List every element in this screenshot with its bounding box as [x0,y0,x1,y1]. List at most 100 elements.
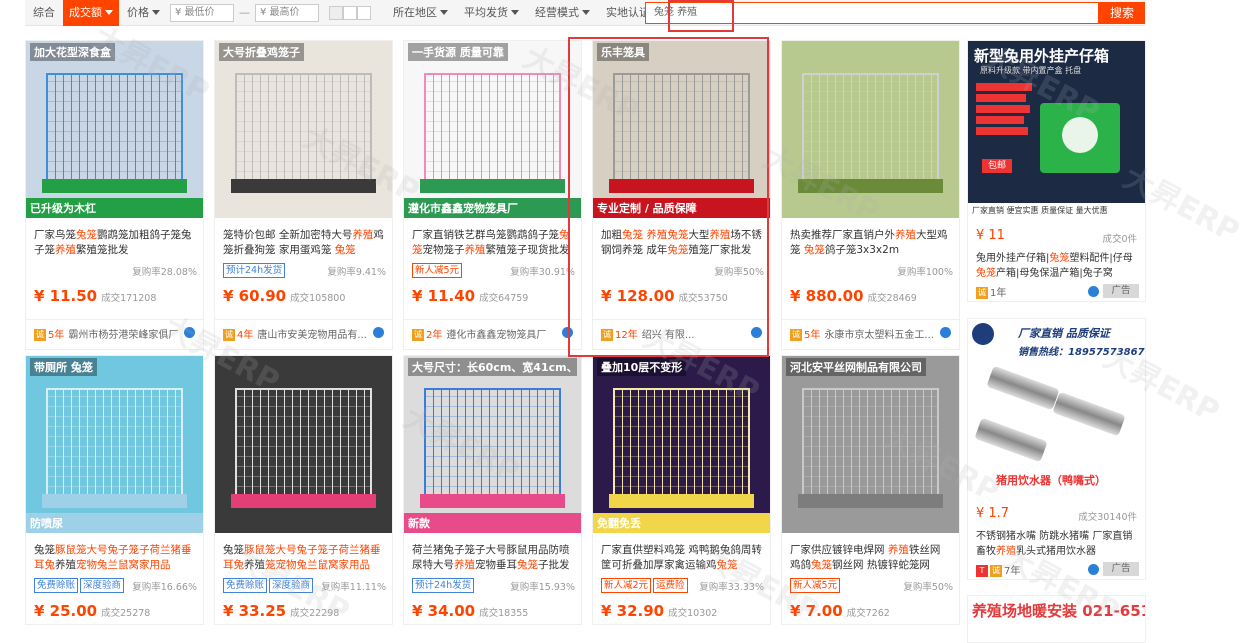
product-card[interactable]: 加大花型深食盒 已升级为木杠 厂家鸟笼兔笼鹦鹉笼加粗鸽子笼兔子笼养殖繁殖笼批发 复购率… [25,40,204,350]
ad-image[interactable]: 新型兔用外挂产仔箱 原料升级款 带内置产盒 托盘 包邮 厂家直销 便宜实惠 质量… [968,41,1145,218]
product-card[interactable]: 叠加10层不变形 免翻免丢厂家直供塑料鸡笼 鸡鸭鹅兔鸽周转筐可折叠加厚家禽运输鸡兔… [592,355,771,625]
product-title[interactable]: 厂家供应镀锌电焊网 养殖铁丝网 鸡鸽兔笼钢丝网 热镀锌蛇笼网 [790,543,953,573]
price-row: ¥ 11.40 成交64759 [412,286,575,308]
title-text: 兔笼 [34,544,55,556]
title-text: 钢丝网 热镀锌蛇笼网 [832,559,930,571]
wangwang-chat-icon[interactable] [1088,564,1099,575]
product-title[interactable]: 厂家直供塑料鸡笼 鸡鸭鹅兔鸽周转筐可折叠加厚家禽运输鸡兔笼 [601,543,764,573]
shop-row[interactable]: 诚 12年 绍兴 有限... [593,319,770,345]
shop-name[interactable]: 永康市京太塑料五金工... [824,330,934,341]
image-subcaption: 已升级为木杠 [26,198,203,218]
product-image[interactable]: 大号尺寸：长60cm、宽41cm、高37cm 新款 [404,356,581,533]
product-title[interactable]: 厂家直销铁艺群鸟笼鹦鹉鸽子笼兔笼宠物笼子养殖繁殖笼子现货批发 [412,228,575,258]
grid-view-icon[interactable] [329,5,343,20]
price-range-dash: — [239,6,250,19]
product-title[interactable]: 兔笼豚鼠笼大号兔子笼子荷兰猪垂耳兔养殖宠物兔兰鼠窝家用品 [34,543,197,573]
product-meta: 免费赊账 深度验商 复购率11.11% [223,578,386,594]
wangwang-chat-icon[interactable] [184,327,195,338]
ad-label: 广告 [1103,284,1139,298]
sort-sales-label: 成交额 [69,5,102,19]
product-image[interactable]: 乐丰笼具 专业定制 / 品质保障 [593,41,770,218]
wangwang-chat-icon[interactable] [751,327,762,338]
cage-illustration [802,73,939,183]
sort-sales-amount[interactable]: 成交额 [63,0,119,26]
big-view-icon[interactable] [357,5,371,20]
service-tag: 免费赊账 [34,578,79,593]
cage-illustration [235,73,372,183]
product-image[interactable]: 大号折叠鸡笼子 [215,41,392,218]
product-title[interactable]: 厂家鸟笼兔笼鹦鹉笼加粗鸽子笼兔子笼养殖繁殖笼批发 [34,228,197,258]
product-card[interactable]: 大号折叠鸡笼子笼特价包邮 全新加密特大号养殖鸡笼折叠狗笼 家用蛋鸡笼 兔笼预计2… [214,40,393,350]
repurchase-rate: 复购率9.41% [327,267,386,278]
ad-card[interactable]: 养殖场地暖安装 021-65155592 [967,595,1146,643]
product-image[interactable] [215,356,392,533]
shop-row[interactable]: 诚 4年 唐山市安美宠物用品有... [215,319,392,345]
wangwang-chat-icon[interactable] [1088,286,1099,297]
product-card[interactable]: 热卖推荐厂家直销户外养殖大型鸡笼 兔笼鸽子笼3x3x2m 复购率100% ¥ 880… [781,40,960,350]
product-title[interactable]: 笼特价包邮 全新加密特大号养殖鸡笼折叠狗笼 家用蛋鸡笼 兔笼 [223,228,386,258]
title-text: 宠物笼子 [422,244,465,256]
search-input[interactable]: 兔笼 养殖 [645,2,1099,24]
shop-name[interactable]: 霸州市杨芬港荣峰家俱厂 [68,330,178,341]
product-image[interactable]: 叠加10层不变形 免翻免丢 [593,356,770,533]
repurchase-rate: 复购率16.66% [132,582,197,593]
min-price-input[interactable]: ¥ 最低价 [170,3,234,22]
cage-tray [609,179,754,193]
view-toggle[interactable] [329,5,371,20]
price-row: ¥ 7.00 成交7262 [790,601,953,623]
product-card[interactable]: 带厕所 兔笼 防喷尿兔笼豚鼠笼大号兔子笼子荷兰猪垂耳兔养殖宠物兔兰鼠窝家用品免费赊… [25,355,204,625]
product-title[interactable]: 荷兰猪兔子笼子大号豚鼠用品防喷尿特大号养殖宠物垂耳兔笼子批发 [412,543,575,573]
product-card[interactable]: 河北安平丝网制品有限公司厂家供应镀锌电焊网 养殖铁丝网 鸡鸽兔笼钢丝网 热镀锌蛇… [781,355,960,625]
product-meta: 预计24h发货 复购率9.41% [223,263,386,279]
product-title[interactable]: 兔笼豚鼠笼大号兔子笼子荷兰猪垂耳兔养殖笼宠物兔兰鼠窝家用品 [223,543,386,573]
max-price-input[interactable]: ¥ 最高价 [255,3,319,22]
product-title[interactable]: 加粗兔笼 养殖兔笼大型养殖场不锈钢饲养笼 成年兔笼殖笼厂家批发 [601,228,764,258]
product-meta: 免费赊账 深度验商 复购率16.66% [34,578,197,594]
product-card[interactable]: 乐丰笼具 专业定制 / 品质保障加粗兔笼 养殖兔笼大型养殖场不锈钢饲养笼 成年兔笼… [592,40,771,350]
product-card[interactable]: 一手货源 质量可靠 遵化市鑫鑫宠物笼具厂厂家直销铁艺群鸟笼鹦鹉鸽子笼兔笼宠物笼子养… [403,40,582,350]
cage-tray [231,179,376,193]
list-view-icon[interactable] [343,5,357,20]
sales-count: 成交53750 [678,293,728,304]
product-title[interactable]: 热卖推荐厂家直销户外养殖大型鸡笼 兔笼鸽子笼3x3x2m [790,228,953,258]
shop-name[interactable]: 绍兴 有限... [642,330,695,341]
shop-name[interactable]: 唐山市安美宠物用品有... [257,330,367,341]
cage-illustration [802,388,939,498]
product-card[interactable]: 大号尺寸：长60cm、宽41cm、高37cm 新款荷兰猪兔子笼子大号豚鼠用品防喷尿… [403,355,582,625]
ad-description[interactable]: 兔用外挂产仔箱|兔笼塑料配件|仔母兔笼产箱|母兔保温产箱|兔子窝 [976,251,1139,281]
shop-row[interactable]: 诚 2年 遵化市鑫鑫宠物笼具厂 [404,319,581,345]
brand-logo-icon [972,323,994,345]
product-image[interactable]: 加大花型深食盒已升级为木杠 [26,41,203,218]
product-image[interactable]: 一手货源 质量可靠 遵化市鑫鑫宠物笼具厂 [404,41,581,218]
ad-card[interactable]: 新型兔用外挂产仔箱 原料升级款 带内置产盒 托盘 包邮 厂家直销 便宜实惠 质量… [967,40,1146,302]
product-card[interactable]: 兔笼豚鼠笼大号兔子笼子荷兰猪垂耳兔养殖笼宠物兔兰鼠窝家用品免费赊账 深度验商 复购率… [214,355,393,625]
nest-box-image [1040,103,1120,173]
shop-row[interactable]: 诚 5年 永康市京太塑料五金工... [782,319,959,345]
shop-name[interactable]: 遵化市鑫鑫宠物笼具厂 [446,330,546,341]
cage-tray [42,179,187,193]
product-image[interactable]: 带厕所 兔笼 防喷尿 [26,356,203,533]
product-image[interactable] [782,41,959,218]
ad-description[interactable]: 不锈钢猪水嘴 防跳水猪嘴 厂家直销畜牧养殖乳头式猪用饮水器 [976,529,1139,559]
wangwang-chat-icon[interactable] [940,327,951,338]
ad-image[interactable]: 养殖场地暖安装 021-65155592 [968,596,1145,642]
ad-image-subtitle: 销售热线：18957573867 [1018,347,1145,358]
product-image[interactable]: 河北安平丝网制品有限公司 [782,356,959,533]
ad-image[interactable]: 厂家直销 品质保证 销售热线：18957573867 猪用饮水器（鸭嘴式） [968,319,1145,496]
sort-price[interactable]: 价格 [119,0,168,26]
title-text: 殖笼厂家批发 [688,244,752,256]
filter-location[interactable]: 所在地区 [385,0,456,26]
shop-row[interactable]: 诚 5年 霸州市杨芬港荣峰家俱厂 [26,319,203,345]
sort-composite[interactable]: 综合 [25,0,63,26]
image-subcaption: 专业定制 / 品质保障 [593,198,770,218]
wangwang-chat-icon[interactable] [562,327,573,338]
image-caption: 大号尺寸：长60cm、宽41cm、高37cm [408,358,577,376]
product-meta: 新人减5元 复购率50% [790,578,953,594]
filter-business-mode[interactable]: 经营模式 [527,0,598,26]
ad-card[interactable]: 厂家直销 品质保证 销售热线：18957573867 猪用饮水器（鸭嘴式） ¥ … [967,318,1146,580]
search-button[interactable]: 搜索 [1099,2,1145,24]
shop-years-icon: 诚 [223,329,235,341]
wangwang-chat-icon[interactable] [373,327,384,338]
image-caption: 加大花型深食盒 [30,43,115,61]
filter-shipping[interactable]: 平均发货 [456,0,527,26]
